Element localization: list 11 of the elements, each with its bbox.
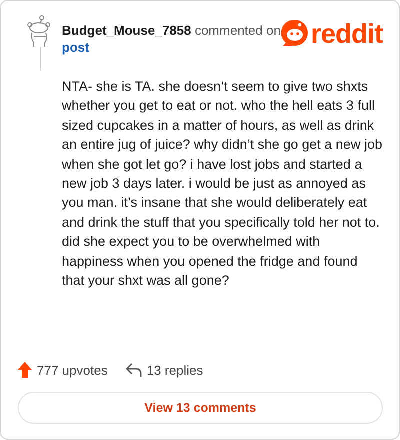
post-link[interactable]: post: [62, 39, 90, 56]
reply-count[interactable]: 13 replies: [146, 362, 204, 378]
author-name[interactable]: Budget_Mouse_7858: [62, 23, 192, 38]
reply-icon[interactable]: [126, 363, 142, 377]
action-text: commented on: [194, 23, 281, 38]
reddit-logo-icon: [280, 19, 309, 49]
comment-text: NTA- she is TA. she doesn’t seem to give two shxts whether you get to eat or not. who the hell eats 3 full sized cupcakes in a matter of hours, as well as drink an entire jug of juice? why didn’t she go get a new job when she got let go? i have lost jobs and started a new job 3 days later. i would be just as annoyed as you man. it’s insane that she would deliberately eat and drink the stuff that you specifically told her not to. did she expect you to be overwhelmed with happiness when you opened the fridge and found that your shxt was all gone?: [62, 78, 383, 290]
upvote-count: 777 upvotes: [37, 362, 108, 378]
reddit-wordmark: reddit: [310, 19, 383, 49]
upvote-icon[interactable]: [18, 362, 32, 378]
view-comments-button[interactable]: View 13 comments: [18, 392, 383, 424]
